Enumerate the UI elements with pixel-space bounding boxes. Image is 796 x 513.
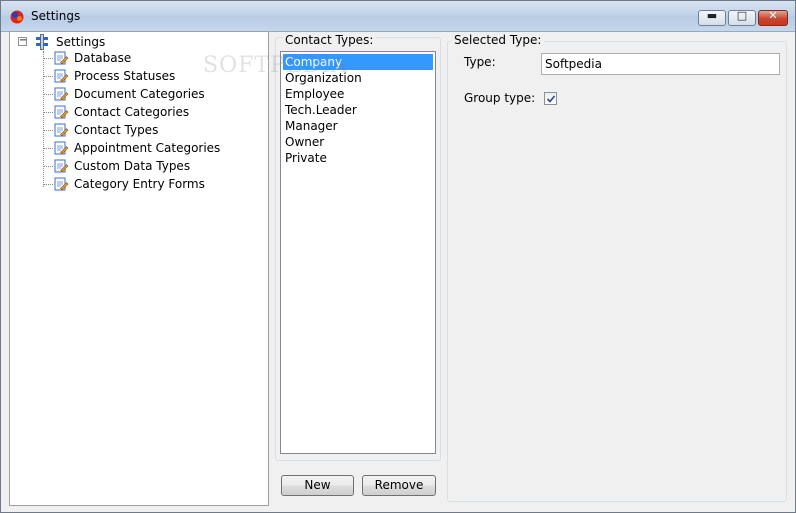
tree-item-category-entry-forms[interactable]: Category Entry Forms [43, 176, 263, 194]
tree-item-appointment-categories[interactable]: Appointment Categories [43, 140, 263, 158]
selected-type-group-label: Selected Type: [451, 33, 545, 47]
tree-item-label: Document Categories [74, 87, 205, 101]
tree-item-label: Process Statuses [74, 69, 176, 83]
maximize-button[interactable]: □ [728, 9, 756, 26]
group-type-label: Group type: [464, 91, 536, 105]
tree-item-label: Contact Types [74, 123, 159, 137]
tree-connector [43, 112, 53, 113]
remove-button[interactable]: Remove [362, 475, 436, 496]
list-item[interactable]: Employee [283, 86, 433, 102]
close-button[interactable]: ✕ [758, 9, 788, 26]
list-item[interactable]: Manager [283, 118, 433, 134]
tree-item-document-categories[interactable]: Document Categories [43, 86, 263, 104]
type-input[interactable]: Softpedia [541, 53, 780, 75]
tree-item-label: Appointment Categories [74, 141, 221, 155]
collapse-toggle-icon[interactable]: − [18, 36, 27, 46]
tree-connector [43, 76, 53, 77]
window-title: Settings [31, 9, 81, 23]
edit-document-icon [54, 141, 69, 155]
new-button[interactable]: New [281, 475, 354, 496]
list-item[interactable]: Private [283, 150, 433, 166]
checkmark-icon [546, 95, 556, 103]
contact-types-list[interactable]: Company Organization Employee Tech.Leade… [280, 51, 436, 454]
tree-item-custom-data-types[interactable]: Custom Data Types [43, 158, 263, 176]
edit-document-icon [54, 105, 69, 119]
title-bar[interactable]: Settings ▬ □ ✕ [1, 1, 795, 32]
minimize-button[interactable]: ▬ [698, 9, 726, 26]
tree-item-label: Category Entry Forms [74, 177, 205, 191]
tree-item-contact-categories[interactable]: Contact Categories [43, 104, 263, 122]
tree-connector [43, 58, 53, 59]
settings-tree[interactable]: − Settings Database Process Statuses Doc… [9, 31, 269, 506]
selected-type-group [447, 41, 787, 502]
app-logo-icon [10, 10, 24, 24]
tree-connector [43, 130, 53, 131]
tree-item-label: Custom Data Types [74, 159, 191, 173]
edit-document-icon [54, 177, 69, 191]
list-item[interactable]: Tech.Leader [283, 102, 433, 118]
edit-document-icon [54, 159, 69, 173]
settings-window: Settings ▬ □ ✕ − Settings Database Proce… [0, 0, 796, 513]
tree-item-label: Contact Categories [74, 105, 190, 119]
minimize-icon: ▬ [706, 9, 718, 22]
edit-document-icon [54, 87, 69, 101]
tree-connector [43, 148, 53, 149]
edit-document-icon [54, 51, 69, 65]
type-label: Type: [464, 55, 496, 69]
tree-connector [43, 184, 53, 185]
tree-connector [43, 94, 53, 95]
watermark: SOFTPEDIA [203, 53, 349, 78]
close-icon: ✕ [768, 9, 778, 22]
edit-document-icon [54, 69, 69, 83]
tree-item-contact-types[interactable]: Contact Types [43, 122, 263, 140]
tree-item-label: Database [74, 51, 132, 65]
tree-root-label: Settings [56, 35, 106, 49]
list-item[interactable]: Owner [283, 134, 433, 150]
contact-types-group-label: Contact Types: [282, 33, 377, 47]
group-type-checkbox[interactable] [544, 92, 557, 105]
tree-connector [43, 166, 53, 167]
maximize-icon: □ [736, 9, 748, 22]
settings-tool-icon [36, 34, 48, 50]
edit-document-icon [54, 123, 69, 137]
